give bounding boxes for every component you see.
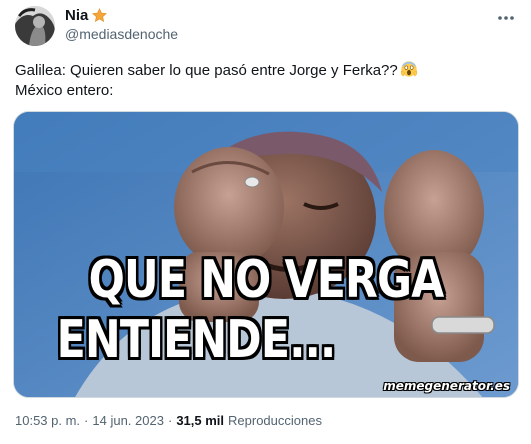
more-icon: [498, 16, 514, 20]
views-label: Reproducciones: [228, 413, 322, 428]
author-handle[interactable]: @mediasdenoche: [65, 26, 178, 42]
avatar[interactable]: [15, 6, 55, 46]
star-icon: [91, 7, 108, 24]
meta-separator: ·: [167, 413, 173, 428]
display-name[interactable]: Nia: [65, 7, 88, 24]
meme-caption-line-2: ENTIENDE...: [56, 310, 337, 370]
tweet-text-line-2: México entero:: [15, 82, 114, 99]
avatar-image: [15, 6, 55, 46]
tweet-media-image[interactable]: QUE NO VERGA ENTIENDE... memegenerator.e…: [13, 111, 519, 398]
author-name-row: Nia: [65, 7, 108, 24]
meme-caption-line-1: QUE NO VERGA: [88, 250, 445, 310]
tweet-text: Galilea: Quieren saber lo que pasó entre…: [15, 60, 515, 101]
tweet-date-link[interactable]: 14 jun. 2023: [92, 413, 164, 428]
face-screaming-in-fear-emoji: [400, 60, 418, 78]
tweet-time-link[interactable]: 10:53 p. m.: [15, 413, 80, 428]
views-count: 31,5 mil: [176, 413, 225, 428]
tweet-meta: 10:53 p. m. · 14 jun. 2023 · 31,5 mil Re…: [15, 413, 322, 428]
meme-watermark: memegenerator.es: [383, 379, 510, 393]
more-options-button[interactable]: [495, 10, 517, 26]
meta-separator: ·: [84, 413, 89, 428]
tweet: Nia @mediasdenoche Galilea: Quieren sabe…: [0, 0, 531, 444]
tweet-text-line-1: Galilea: Quieren saber lo que pasó entre…: [15, 60, 515, 81]
